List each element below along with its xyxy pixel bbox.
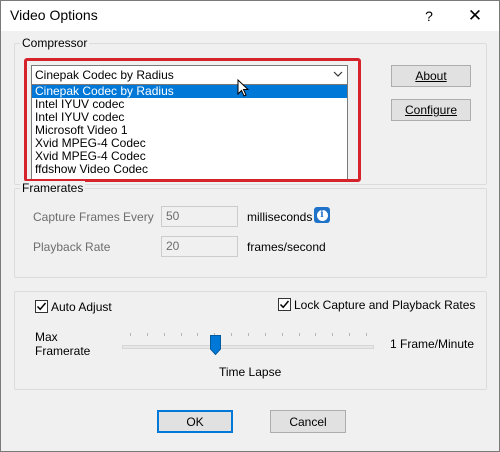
compressor-selected-value: Cinepak Codec by Radius [35,68,174,82]
time-lapse-caption: Time Lapse [219,365,282,379]
mouse-cursor-icon [237,79,250,97]
playback-rate-input[interactable]: 20 [161,236,238,257]
slider-tick [315,333,316,336]
capture-unit-label: milliseconds [247,210,313,224]
ok-button[interactable]: OK [157,410,233,433]
info-icon[interactable]: i [314,207,330,223]
cancel-button[interactable]: Cancel [270,410,346,433]
configure-button[interactable]: Configure [391,99,471,121]
capture-frames-input[interactable]: 50 [161,206,238,227]
slider-tick [366,333,367,336]
slider-tick [164,333,165,336]
checkmark-icon [279,300,290,309]
auto-adjust-checkbox[interactable] [35,300,48,313]
min-framerate-label: 1 Frame/Minute [390,337,475,351]
slider-tick [349,333,350,336]
slider-tick [299,333,300,336]
compressor-option[interactable]: ffdshow Video Codec [32,163,347,176]
close-button[interactable]: ✕ [453,1,497,31]
lock-rates-checkbox[interactable] [278,298,291,311]
timelapse-slider-track[interactable] [122,345,374,349]
about-button-label: About [415,69,447,83]
slider-tick [248,333,249,336]
compressor-group-label: Compressor [20,36,90,50]
slider-tick [147,333,148,336]
max-framerate-label-line1: Max [35,330,58,344]
capture-frames-label: Capture Frames Every [33,210,154,224]
framerates-group: Framerates [14,181,487,278]
slider-tick [265,333,266,336]
slider-tick [282,333,283,336]
slider-tick [130,333,131,336]
lock-rates-label: Lock Capture and Playback Rates [294,298,476,312]
compressor-dropdown-list: Cinepak Codec by Radius Intel IYUV codec I… [31,85,348,180]
video-options-dialog: Video Options ? ✕ Compressor Cinepak Cod… [0,0,500,452]
chevron-down-icon [333,71,343,77]
compressor-select[interactable]: Cinepak Codec by Radius [31,65,348,85]
cancel-button-label: Cancel [289,414,327,429]
window-title: Video Options [10,7,98,23]
max-framerate-label-line2: Framerate [35,344,91,358]
help-button[interactable]: ? [407,1,451,31]
timelapse-slider-thumb[interactable] [210,335,221,355]
slider-tick [231,333,232,336]
slider-tick [181,333,182,336]
slider-tick [332,333,333,336]
playback-unit-label: frames/second [247,240,326,254]
auto-adjust-label: Auto Adjust [51,300,112,314]
playback-rate-label: Playback Rate [33,240,111,254]
ok-button-label: OK [186,414,204,429]
title-bar: Video Options ? ✕ [1,1,499,31]
slider-tick [197,333,198,336]
checkmark-icon [36,302,47,311]
framerates-group-label: Framerates [20,181,86,195]
about-button[interactable]: About [391,65,471,87]
configure-button-label: Configure [404,103,458,117]
